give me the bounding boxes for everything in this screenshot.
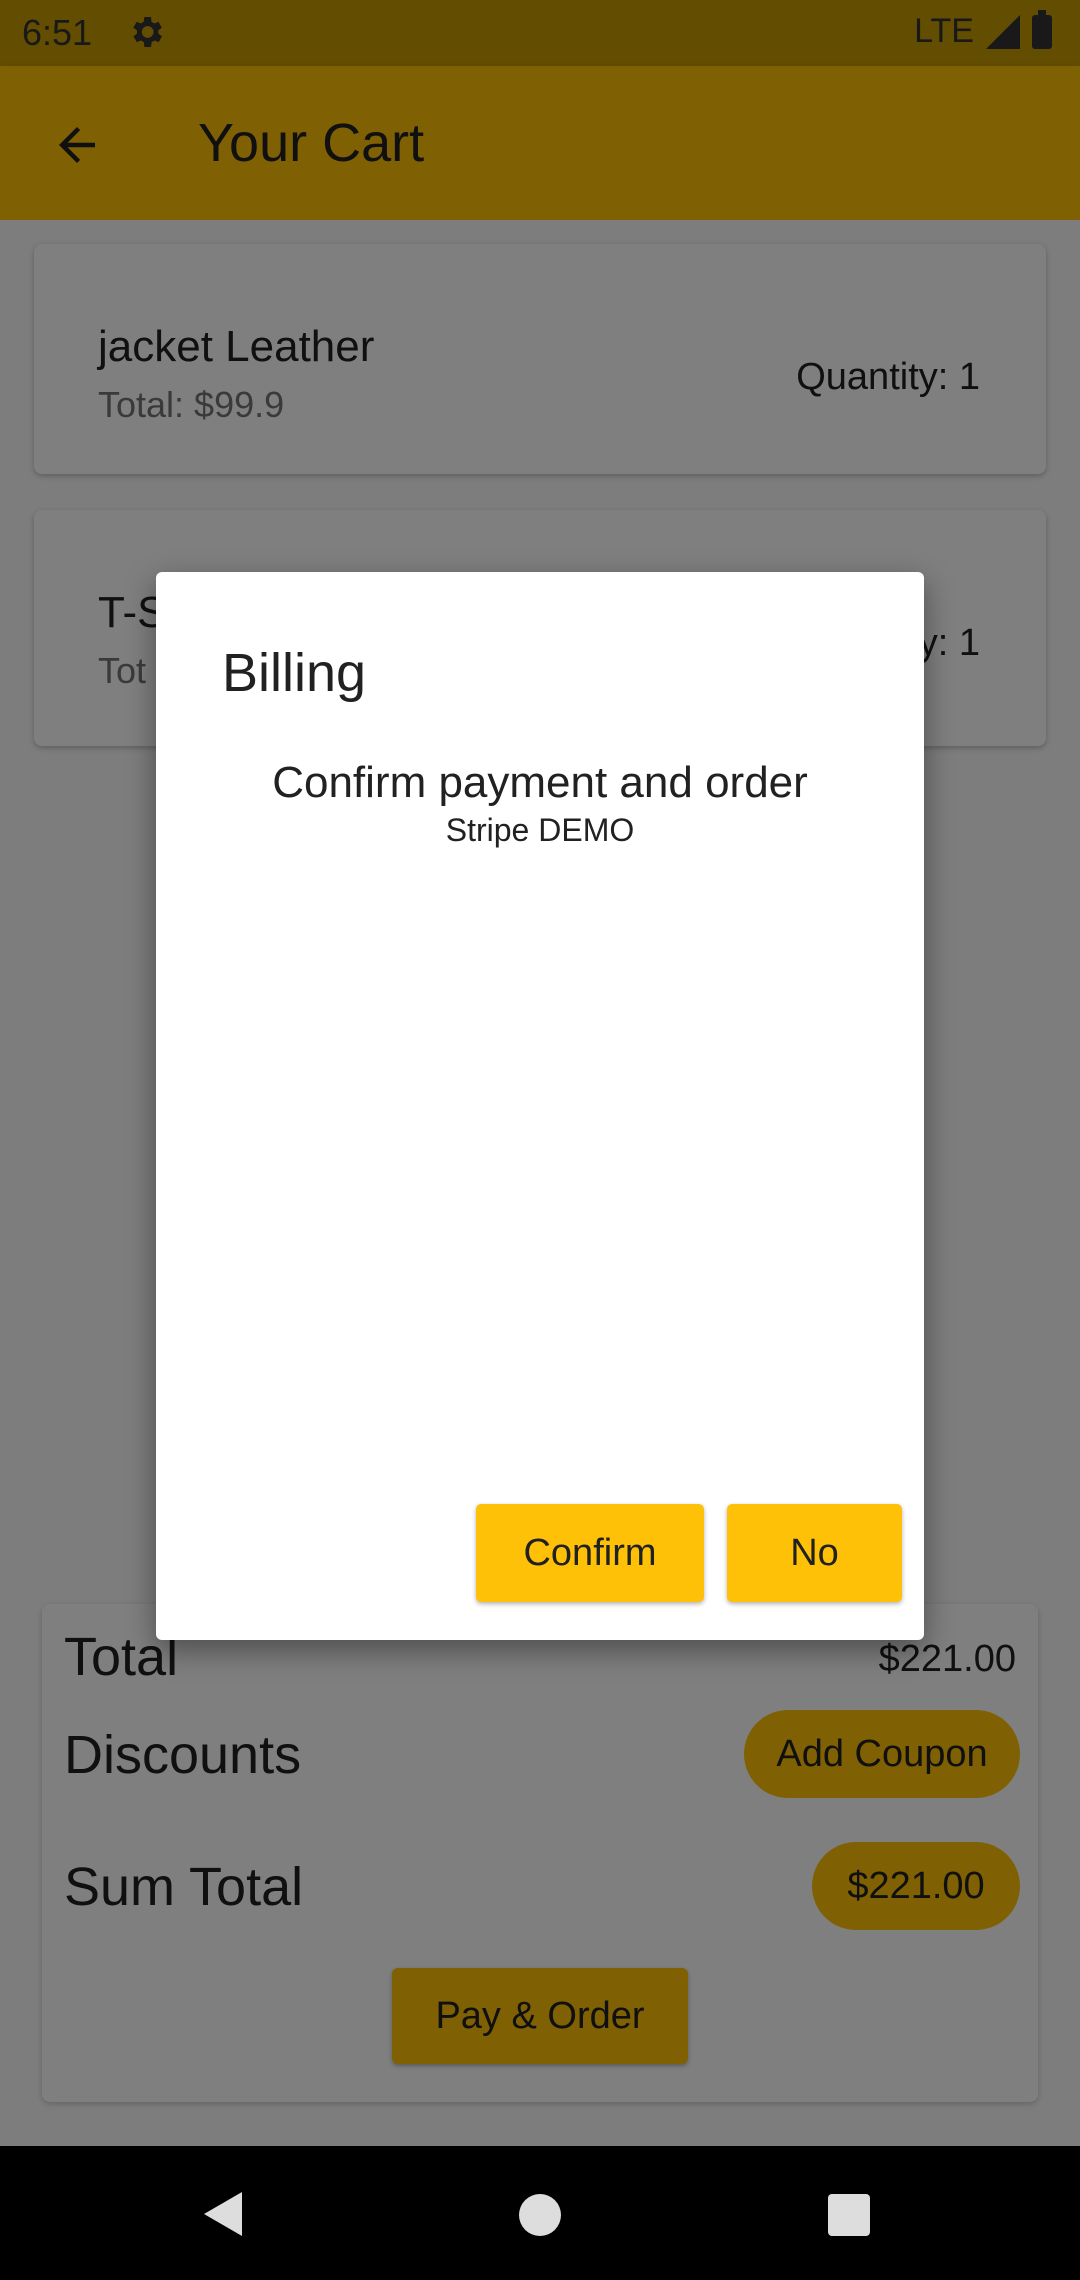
nav-back-icon[interactable]: [204, 2192, 242, 2236]
dialog-message: Confirm payment and order: [272, 758, 808, 807]
navigation-bar: [0, 2146, 1080, 2280]
nav-recents-icon[interactable]: [828, 2194, 870, 2236]
no-button[interactable]: No: [727, 1504, 902, 1602]
dialog-subtitle: Stripe DEMO: [445, 812, 635, 848]
billing-dialog: Billing Confirm payment and order Stripe…: [156, 572, 924, 1640]
confirm-button[interactable]: Confirm: [476, 1504, 704, 1602]
dialog-title: Billing: [222, 643, 367, 703]
nav-home-icon[interactable]: [519, 2194, 561, 2236]
